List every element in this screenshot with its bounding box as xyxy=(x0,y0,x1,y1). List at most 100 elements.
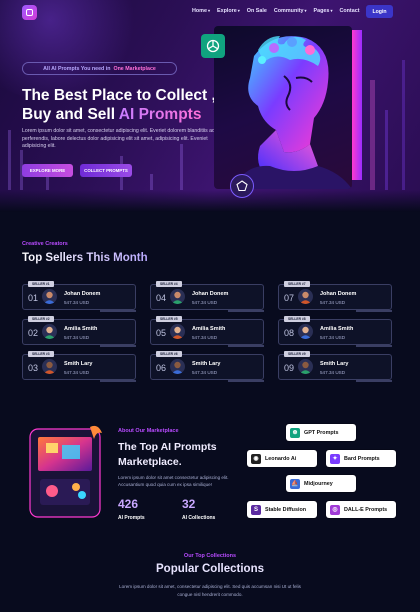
nav-item-label: Explore xyxy=(217,8,237,14)
card-accent-line xyxy=(356,345,392,347)
chip-midjourney[interactable]: ⛵ Midjourney xyxy=(286,475,356,492)
hero-art-stripes xyxy=(352,30,362,180)
avatar xyxy=(298,359,313,374)
nav-item[interactable]: Home▾ xyxy=(192,8,210,14)
seller-card[interactable]: SELLER #3 03 Smith Lary 547.34 USD xyxy=(22,351,136,382)
seller-name: Amilia Smith xyxy=(192,326,226,332)
seller-volume: 547.34 USD xyxy=(192,370,218,375)
marketplace-eyebrow: About Our Marketplace xyxy=(118,428,179,434)
seller-card[interactable]: SELLER #1 01 Johan Donem 547.34 USD xyxy=(22,281,136,312)
card-accent-line xyxy=(228,345,264,347)
login-button[interactable]: Login xyxy=(366,5,393,18)
avatar xyxy=(170,289,185,304)
chevron-down-icon: ▾ xyxy=(207,8,210,13)
hero-statue-artwork xyxy=(214,26,352,189)
seller-rank-tag: SELLER #1 xyxy=(28,281,54,287)
seller-number: 02 xyxy=(28,328,39,338)
seller-card[interactable]: SELLER #4 04 Johan Donem 547.34 USD xyxy=(150,281,264,312)
seller-card-body xyxy=(278,354,392,380)
seller-name: Johan Donem xyxy=(64,291,101,297)
seller-volume: 547.34 USD xyxy=(64,335,90,340)
seller-card-body xyxy=(22,284,136,310)
retro-console-artwork xyxy=(28,423,106,521)
chip-bard-prompts[interactable]: ✦ Bard Prompts xyxy=(326,450,396,467)
chevron-down-icon: ▾ xyxy=(304,8,307,13)
rotating-badge-icon xyxy=(230,174,254,198)
chip-leonardo[interactable]: ◉ Leonardo Ai xyxy=(247,450,317,467)
seller-number: 06 xyxy=(156,363,167,373)
brand-logo[interactable] xyxy=(22,5,37,20)
seller-volume: 547.34 USD xyxy=(192,300,218,305)
seller-number: 08 xyxy=(284,328,295,338)
seller-rank-tag: SELLER #9 xyxy=(284,351,310,357)
chevron-down-icon: ▾ xyxy=(237,8,240,13)
card-accent-line xyxy=(100,345,136,347)
gpt-icon: ⊛ xyxy=(290,427,300,438)
seller-card-body xyxy=(150,319,264,345)
nav-item-label: Pages xyxy=(313,8,330,14)
seller-card-body xyxy=(22,319,136,345)
explore-more-button[interactable]: EXPLORE MORE xyxy=(22,164,73,177)
sellers-eyebrow: Creative Creators xyxy=(22,241,68,247)
popular-title: Popular Collections xyxy=(156,563,264,575)
chip-gpt-prompts[interactable]: ⊛ GPT Prompts xyxy=(286,424,356,441)
nav-item[interactable]: Contact xyxy=(339,8,359,14)
seller-card[interactable]: SELLER #9 09 Smith Lary 547.34 USD xyxy=(278,351,392,382)
stat-collections-value: 32 xyxy=(182,497,196,511)
chatgpt-logo-icon xyxy=(201,34,225,58)
card-accent-line xyxy=(228,310,264,312)
avatar xyxy=(42,324,57,339)
seller-rank-tag: SELLER #7 xyxy=(284,281,310,287)
card-accent-line xyxy=(356,310,392,312)
chip-stable-diffusion[interactable]: S Stable Diffusion xyxy=(247,501,317,518)
seller-card-body xyxy=(150,284,264,310)
seller-card[interactable]: SELLER #7 07 Johan Donem 547.34 USD xyxy=(278,281,392,312)
seller-volume: 547.34 USD xyxy=(192,335,218,340)
chip-label: Midjourney xyxy=(304,480,333,487)
seller-volume: 547.34 USD xyxy=(320,370,346,375)
seller-rank-tag: SELLER #5 xyxy=(156,316,182,322)
nav-item[interactable]: Community▾ xyxy=(274,8,307,14)
stat-collections-label: AI Collections xyxy=(182,515,216,521)
dalle-icon: ◎ xyxy=(330,504,340,515)
stat-prompts-label: AI Prompts xyxy=(118,515,145,521)
seller-name: Amilia Smith xyxy=(320,326,354,332)
nav-item-label: Community xyxy=(273,8,304,14)
seller-volume: 547.34 USD xyxy=(64,300,90,305)
marketplace-title: The Top AI Prompts Marketplace. xyxy=(118,441,217,468)
avatar xyxy=(298,289,313,304)
hero-description: Lorem ipsum dolor sit amet, consectetur … xyxy=(22,128,215,150)
seller-number: 03 xyxy=(28,363,39,373)
stat-prompts-value: 426 xyxy=(118,497,139,511)
seller-rank-tag: SELLER #4 xyxy=(156,281,182,287)
nav-item-label: Home xyxy=(192,8,207,14)
seller-number: 09 xyxy=(284,363,295,373)
seller-card[interactable]: SELLER #2 02 Amilia Smith 547.34 USD xyxy=(22,316,136,347)
seller-name: Smith Lary xyxy=(64,361,93,367)
nav-item[interactable]: On Sale xyxy=(247,8,267,14)
collect-prompts-button[interactable]: COLLECT PROMPTS xyxy=(80,164,132,177)
seller-rank-tag: SELLER #6 xyxy=(156,351,182,357)
hero-tagline-pill: All AI Prompts You need in One Marketpla… xyxy=(22,62,177,75)
seller-number: 07 xyxy=(284,293,295,303)
avatar xyxy=(170,324,185,339)
seller-card-body xyxy=(278,319,392,345)
tagline-highlight: One Marketplace xyxy=(113,65,156,72)
seller-card-body xyxy=(22,354,136,380)
card-accent-line xyxy=(356,380,392,382)
seller-card[interactable]: SELLER #5 05 Amilia Smith 547.34 USD xyxy=(150,316,264,347)
chip-label: Bard Prompts xyxy=(344,455,380,462)
seller-volume: 547.34 USD xyxy=(320,300,346,305)
seller-name: Amilia Smith xyxy=(64,326,98,332)
avatar xyxy=(170,359,185,374)
marketplace-description: Lorem ipsum dolor sit amet consectetur a… xyxy=(118,475,229,487)
seller-volume: 547.34 USD xyxy=(320,335,346,340)
popular-description: Lorem ipsum dolor sit amet, consectetur … xyxy=(119,584,301,597)
seller-card[interactable]: SELLER #8 08 Amilia Smith 547.34 USD xyxy=(278,316,392,347)
nav-item[interactable]: Explore▾ xyxy=(217,8,240,14)
chip-dalle-prompts[interactable]: ◎ DALL-E Prompts xyxy=(326,501,396,518)
card-accent-line xyxy=(100,380,136,382)
nav-item[interactable]: Pages▾ xyxy=(314,8,333,14)
main-nav: Home▾ Explore▾ On Sale Community▾ Pages▾ Cont… xyxy=(192,8,360,14)
seller-card[interactable]: SELLER #6 06 Smith Lary 547.34 USD xyxy=(150,351,264,382)
